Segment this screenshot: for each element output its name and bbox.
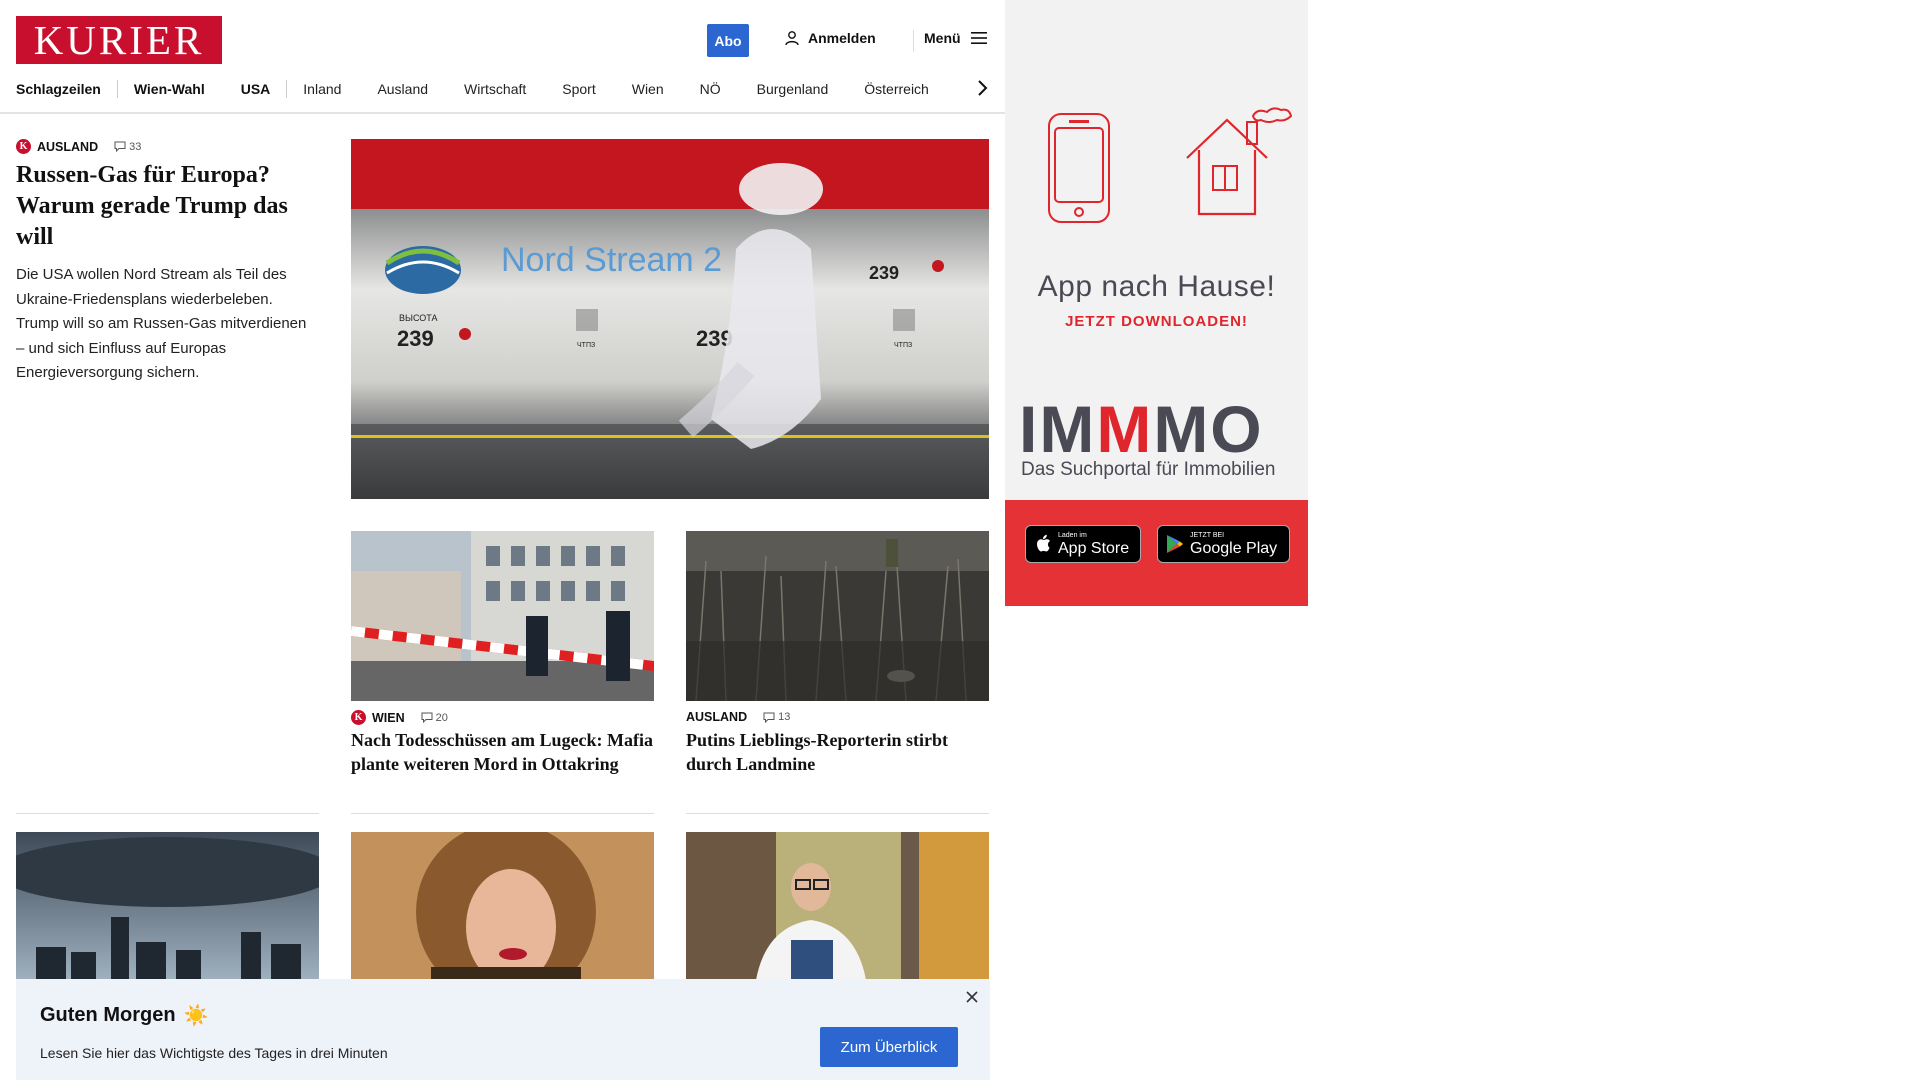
nav-item-wirtschaft[interactable]: Wirtschaft: [464, 81, 526, 97]
svg-text:Nord Stream 2: Nord Stream 2: [501, 241, 722, 279]
lead-teaser[interactable]: Die USA wollen Nord Stream als Teil des …: [16, 263, 316, 386]
menu-label: Menü: [924, 30, 961, 46]
article-comments[interactable]: 20: [421, 712, 448, 724]
article-image-chef[interactable]: [686, 832, 989, 980]
kurier-logo[interactable]: KURIER: [16, 16, 222, 64]
divider: [686, 813, 989, 814]
nav-item-noe[interactable]: NÖ: [700, 81, 721, 97]
nav-item-oesterreich[interactable]: Österreich: [864, 81, 929, 97]
smartphone-icon: [1048, 113, 1110, 223]
nav-item-wien[interactable]: Wien: [632, 81, 664, 97]
article-image-portrait[interactable]: [351, 832, 654, 980]
article-comments[interactable]: 13: [763, 711, 790, 723]
section-nav: Schlagzeilen Wien-Wahl USA Inland Auslan…: [16, 76, 999, 102]
brand-part-accent: M: [1096, 392, 1154, 466]
nav-item-inland[interactable]: Inland: [303, 81, 341, 97]
reed-field-image: [686, 531, 989, 701]
google-play-text: JETZT BEI Google Play: [1190, 531, 1278, 557]
divider: [16, 813, 319, 814]
lead-meta: K AUSLAND 33: [16, 139, 141, 154]
banner-title: Guten Morgen ☀️: [40, 1003, 208, 1028]
abo-button[interactable]: Abo: [707, 24, 749, 57]
banner-text: Lesen Sie hier das Wichtigste des Tages …: [40, 1045, 388, 1061]
premium-badge-icon: K: [16, 139, 31, 154]
article-category[interactable]: AUSLAND: [686, 710, 747, 724]
lead-comment-count: 33: [129, 140, 142, 153]
apple-icon: [1037, 534, 1050, 552]
zum-ueberblick-button[interactable]: Zum Überblick: [820, 1027, 958, 1067]
house-icon: [1186, 107, 1293, 216]
immmo-advertisement[interactable]: App nach Hause! JETZT DOWNLOADEN! IMMMO …: [1005, 0, 1308, 606]
sun-icon: ☀️: [183, 1005, 209, 1027]
article-headline-landmine[interactable]: Putins Lieblings-Reporterin stirbt durch…: [686, 729, 989, 776]
nav-item-sport[interactable]: Sport: [562, 81, 595, 97]
nav-underline: [0, 112, 1005, 114]
comment-icon: [114, 141, 126, 152]
brand-part: MO: [1153, 392, 1264, 466]
lead-comments[interactable]: 33: [114, 141, 141, 153]
google-play-button[interactable]: JETZT BEI Google Play: [1157, 525, 1290, 563]
chef-portrait-image: [686, 832, 989, 980]
ad-subtitle: JETZT DOWNLOADEN!: [1065, 313, 1248, 330]
morning-briefing-banner: Guten Morgen ☀️ Lesen Sie hier das Wicht…: [16, 979, 990, 1080]
brand-part: IM: [1019, 392, 1097, 466]
article-image-storm[interactable]: [16, 832, 319, 980]
storm-city-image: [16, 832, 319, 980]
close-icon[interactable]: [962, 987, 982, 1007]
svg-text:ЧТПЗ: ЧТПЗ: [894, 342, 912, 349]
svg-text:239: 239: [397, 326, 434, 351]
lead-image[interactable]: Nord Stream 2 ВЫСОТА 239 239 239 ЧТПЗ ЧТ…: [351, 139, 989, 499]
site: KURIER Abo Anmelden Menü Schlagzeilen Wi…: [0, 0, 1005, 1080]
premium-badge-icon: K: [351, 710, 366, 725]
app-store-text: Laden im App Store: [1058, 531, 1130, 557]
google-play-icon: [1167, 535, 1183, 553]
nav-item-usa[interactable]: USA: [241, 81, 271, 97]
svg-text:ВЫСОТА: ВЫСОТА: [399, 313, 437, 323]
user-icon: [785, 31, 799, 46]
article-image-lugeck[interactable]: [351, 531, 654, 701]
lead-headline[interactable]: Russen-Gas für Europa? Warum gerade Trum…: [16, 160, 324, 253]
article-category[interactable]: WIEN: [372, 711, 405, 725]
article-comment-count: 20: [435, 711, 448, 724]
login-label: Anmelden: [808, 30, 876, 46]
comment-icon: [763, 712, 775, 723]
article-comment-count: 13: [778, 711, 791, 723]
article-meta-lugeck: K WIEN 20: [351, 710, 448, 725]
chevron-right-icon[interactable]: [972, 78, 992, 98]
immmo-tagline: Das Suchportal für Immobilien: [1021, 459, 1276, 480]
nord-stream-pipe-image: Nord Stream 2 ВЫСОТА 239 239 239 ЧТПЗ ЧТ…: [351, 139, 989, 499]
nav-separator: [116, 80, 118, 98]
nav-item-wien-wahl[interactable]: Wien-Wahl: [134, 81, 205, 97]
banner-title-text: Guten Morgen: [40, 1004, 176, 1026]
crime-scene-image: [351, 531, 654, 701]
divider: [351, 813, 654, 814]
comment-icon: [421, 712, 433, 723]
app-store-button[interactable]: Laden im App Store: [1025, 525, 1141, 563]
immmo-logo: IMMMO: [1019, 396, 1264, 462]
login-button[interactable]: Anmelden: [784, 30, 876, 46]
nav-item-burgenland[interactable]: Burgenland: [757, 81, 829, 97]
svg-text:ЧТПЗ: ЧТПЗ: [577, 342, 595, 349]
nav-separator: [286, 80, 288, 98]
nav-item-schlagzeilen[interactable]: Schlagzeilen: [16, 81, 101, 97]
header-divider: [913, 30, 914, 52]
portrait-image: [351, 832, 654, 980]
hamburger-icon: [970, 32, 987, 44]
article-meta-landmine: AUSLAND 13: [686, 710, 790, 724]
article-headline-lugeck[interactable]: Nach Todesschüssen am Lugeck: Mafia plan…: [351, 729, 654, 776]
article-image-landmine[interactable]: [686, 531, 989, 701]
nav-item-ausland[interactable]: Ausland: [377, 81, 428, 97]
ad-title: App nach Hause!: [1037, 270, 1276, 303]
svg-text:239: 239: [869, 263, 899, 283]
menu-button[interactable]: Menü: [924, 30, 987, 46]
lead-category[interactable]: AUSLAND: [37, 140, 98, 154]
